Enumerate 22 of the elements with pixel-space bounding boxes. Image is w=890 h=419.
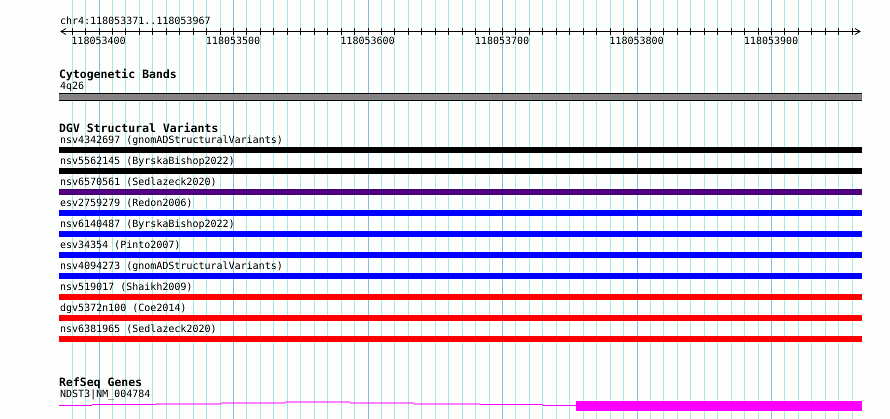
tick-label: 118053700 [474, 36, 530, 47]
track-title: DGV Structural Variants [59, 122, 220, 135]
location-label: chr4:118053371..118053967 [59, 16, 212, 28]
tick-label: 118053600 [340, 36, 395, 47]
variant-label: nsv4094273 (gnomADStructuralVariants) [59, 261, 284, 272]
variant-label: nsv519017 (Shaikh2009) [59, 282, 194, 293]
tick-label: 118053400 [71, 36, 126, 47]
variant-label: esv2759279 (Redon2006) [59, 198, 194, 209]
variant-label: dgv5372n100 (Coe2014) [59, 303, 188, 314]
variant-label: nsv6570561 (Sedlazeck2020) [59, 177, 218, 188]
track-title: Cytogenetic Bands [59, 68, 178, 81]
variant-label: nsv4342697 (gnomADStructuralVariants) [59, 135, 284, 146]
gene-label: NDST3|NM_004784 [59, 389, 152, 400]
variant-label: nsv5562145 (ByrskaBishop2022) [59, 156, 236, 167]
variant-label: nsv6140487 (ByrskaBishop2022) [59, 219, 236, 230]
tick-label: 118053500 [206, 36, 260, 47]
tick-label: 118053800 [609, 36, 664, 47]
variant-label: esv34354 (Pinto2007) [59, 240, 182, 251]
band-label: 4q26 [59, 81, 86, 93]
tick-label: 118053900 [744, 36, 798, 47]
track-title: RefSeq Genes [59, 376, 144, 389]
variant-label: nsv6381965 (Sedlazeck2020) [59, 324, 218, 335]
